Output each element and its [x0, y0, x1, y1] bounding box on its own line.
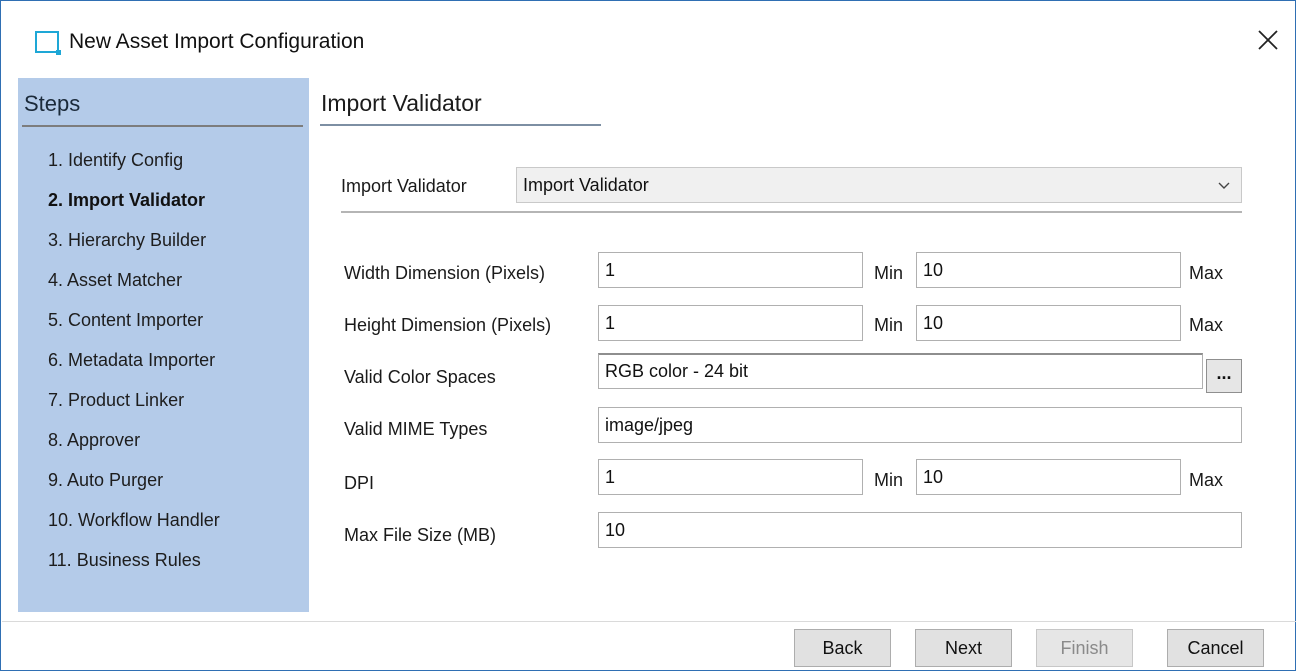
steps-divider [22, 125, 303, 127]
cancel-button[interactable]: Cancel [1167, 629, 1264, 667]
next-button[interactable]: Next [915, 629, 1012, 667]
height-label: Height Dimension (Pixels) [344, 315, 552, 335]
validator-select[interactable]: Import Validator [516, 167, 1242, 203]
window-icon [35, 31, 61, 55]
width-min-input[interactable] [598, 252, 863, 288]
dpi-label: DPI [344, 473, 375, 493]
finish-button[interactable]: Finish [1036, 629, 1133, 667]
title-bar: New Asset Import Configuration [1, 1, 1295, 77]
dpi-max-input[interactable] [916, 459, 1181, 495]
step-metadata-importer[interactable]: 6. Metadata Importer [48, 350, 220, 390]
steps-list: 1. Identify Config 2. Import Validator 3… [48, 150, 220, 590]
max-file-size-label: Max File Size (MB) [344, 525, 497, 545]
width-label: Width Dimension (Pixels) [344, 263, 546, 283]
mime-types-label: Valid MIME Types [344, 419, 488, 439]
dpi-min-input[interactable] [598, 459, 863, 495]
step-business-rules[interactable]: 11. Business Rules [48, 550, 220, 590]
color-spaces-browse-button[interactable]: ... [1206, 359, 1242, 393]
width-min-label: Min [874, 263, 904, 283]
validator-select-value: Import Validator [523, 175, 649, 195]
step-asset-matcher[interactable]: 4. Asset Matcher [48, 270, 220, 310]
color-spaces-label: Valid Color Spaces [344, 367, 496, 387]
width-max-label: Max [1189, 263, 1224, 283]
mime-types-input[interactable] [598, 407, 1242, 443]
height-min-input[interactable] [598, 305, 863, 341]
validator-select-label: Import Validator [341, 176, 467, 196]
height-max-input[interactable] [916, 305, 1181, 341]
step-auto-purger[interactable]: 9. Auto Purger [48, 470, 220, 510]
step-identify-config[interactable]: 1. Identify Config [48, 150, 220, 190]
close-icon [1258, 30, 1278, 50]
step-product-linker[interactable]: 7. Product Linker [48, 390, 220, 430]
page-title: Import Validator [321, 90, 482, 116]
color-spaces-field[interactable] [598, 353, 1203, 389]
page-title-divider [320, 124, 601, 126]
step-approver[interactable]: 8. Approver [48, 430, 220, 470]
window-title: New Asset Import Configuration [69, 30, 365, 53]
steps-panel: Steps 1. Identify Config 2. Import Valid… [18, 78, 309, 612]
height-min-label: Min [874, 315, 904, 335]
max-file-size-input[interactable] [598, 512, 1242, 548]
dpi-max-label: Max [1189, 470, 1224, 490]
step-workflow-handler[interactable]: 10. Workflow Handler [48, 510, 220, 550]
step-import-validator[interactable]: 2. Import Validator [48, 190, 220, 230]
close-button[interactable] [1251, 23, 1285, 57]
chevron-down-icon [1218, 182, 1230, 189]
section-divider [341, 211, 1242, 213]
step-content-importer[interactable]: 5. Content Importer [48, 310, 220, 350]
dialog-window: New Asset Import Configuration Steps 1. … [0, 0, 1296, 671]
footer-divider [2, 621, 1296, 622]
steps-heading: Steps [24, 91, 81, 116]
width-max-input[interactable] [916, 252, 1181, 288]
step-hierarchy-builder[interactable]: 3. Hierarchy Builder [48, 230, 220, 270]
height-max-label: Max [1189, 315, 1224, 335]
back-button[interactable]: Back [794, 629, 891, 667]
dpi-min-label: Min [874, 470, 904, 490]
